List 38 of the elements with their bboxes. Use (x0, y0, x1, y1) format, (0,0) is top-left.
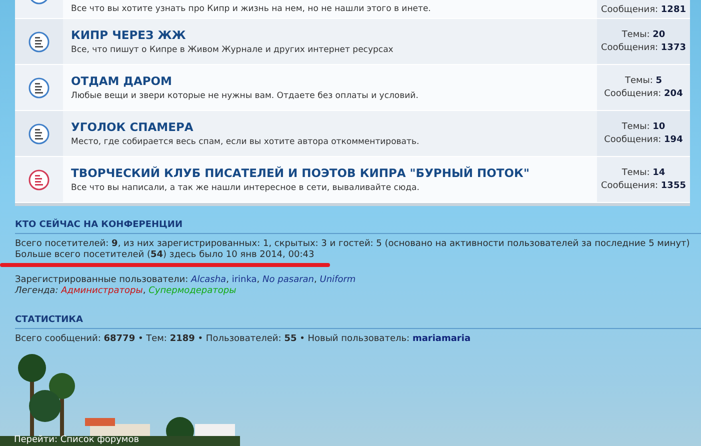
user-link[interactable]: mariamaria (412, 334, 471, 344)
posts-count: Сообщения: 1373 (601, 43, 686, 53)
separator: , (142, 286, 147, 296)
visitors-record: Больше всего посетителей (54) здесь было 10 янв 2014, 00:43 (15, 250, 316, 261)
topics-count: Темы: 10 (622, 122, 666, 132)
topics-count: Темы: 14 (622, 168, 666, 178)
forum-title-link[interactable]: ОТДАМ ДАРОМ (71, 74, 597, 88)
separator: , (226, 275, 230, 285)
forum-title-link[interactable]: ТВОРЧЕСКИЙ КЛУБ ПИСАТЕЛЕЙ И ПОЭТОВ КИПРА "БУРНЫЙ ПОТОК" (71, 166, 597, 180)
forum-icon (28, 30, 50, 52)
user-link[interactable]: Alcasha (191, 275, 226, 285)
legend-label: Легенда: (15, 286, 60, 296)
posts-count: Сообщения: 1355 (601, 181, 686, 191)
section-heading: СТАТИСТИКА (15, 315, 701, 329)
forum-description: Все что вы написали, а так же нашли интересное в сети, вываливайте сюда. (71, 183, 420, 193)
topics-count: Темы: 20 (622, 30, 666, 40)
users-label: Зарегистрированные пользователи: (15, 275, 190, 285)
section-heading: КТО СЕЙЧАС НА КОНФЕРЕНЦИИ (15, 220, 701, 234)
separator: , (314, 275, 318, 285)
visitors-summary: Всего посетителей: 9, из них зарегистрированных: 1, скрытых: 3 и гостей: 5 (основано на активности пользователей за последние 5 минут) (15, 239, 691, 250)
posts-count: Сообщения: 1281 (601, 5, 686, 15)
separator: , (256, 275, 261, 285)
user-link[interactable]: Uniform (320, 275, 356, 285)
user-link[interactable]: No pasaran (262, 275, 314, 285)
forum-description: Место, где собирается весь спам, если вы хотите автора откомментировать. (71, 137, 420, 147)
posts-count: Сообщения: 194 (604, 135, 683, 145)
forum-description: Любые вещи и звери которые не нужны вам. Отдаете без оплаты и условий. (71, 91, 420, 101)
posts-count: Сообщения: 204 (604, 89, 683, 99)
user-link[interactable]: irinka (232, 275, 257, 285)
forum-icon (28, 168, 50, 190)
forum-description: Все, что пишут о Кипре в Живом Журнале и других интернет ресурсах (71, 45, 394, 55)
forum-description: Все что вы хотите узнать про Кипр и жизнь на нем, но не нашли этого в инете. (71, 4, 432, 14)
forum-icon (28, 76, 50, 98)
topics-count: Темы: 5 (624, 76, 662, 86)
forum-title-link[interactable]: КИПР ЧЕРЕЗ ЖЖ (71, 28, 597, 42)
statistics-text: Всего сообщений: 68779 • Тем: 2189 • Пользователей: 55 • Новый пользователь: (15, 334, 411, 344)
forum-title-link[interactable]: УГОЛОК СПАМЕРА (71, 120, 597, 134)
forum-icon (28, 122, 50, 144)
